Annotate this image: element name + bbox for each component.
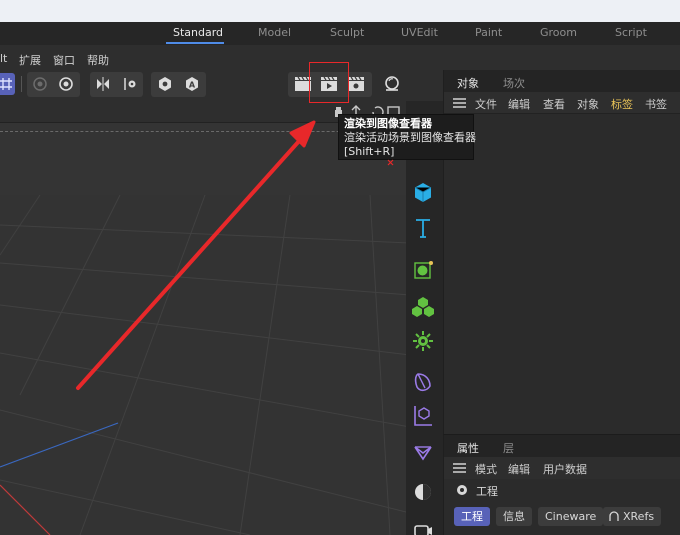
am-menu-user-data[interactable]: 用户数据 xyxy=(543,461,587,477)
cloner-object-icon[interactable] xyxy=(406,291,440,323)
attr-tab-info[interactable]: 信息 xyxy=(496,507,532,526)
layout-tab-script[interactable]: Script xyxy=(615,26,647,43)
tooltip-description: 渲染活动场景到图像查看器 xyxy=(344,131,476,144)
layout-tab-uvedit[interactable]: UVEdit xyxy=(401,26,438,43)
attribute-manager: 属性 层 模式 编辑 用户数据 工程 工程 信息 Cineware XRefs xyxy=(443,434,680,535)
om-menu-view[interactable]: 查看 xyxy=(543,96,565,112)
deformer-object-icon[interactable] xyxy=(406,367,440,399)
layout-tab-standard[interactable]: Standard xyxy=(173,26,223,43)
axis-tool-icon[interactable]: A xyxy=(181,73,203,95)
object-manager: 对象 场次 文件 编辑 查看 对象 标签 书签 xyxy=(443,70,680,434)
am-menu-edit[interactable]: 编辑 xyxy=(508,461,530,477)
attribute-title: 工程 xyxy=(476,485,498,498)
primitive-cube-icon[interactable] xyxy=(406,177,440,209)
svg-text:A: A xyxy=(189,81,196,90)
viewport-grid xyxy=(0,194,411,535)
attribute-manager-menubar: 模式 编辑 用户数据 xyxy=(444,457,680,479)
environment-object-icon[interactable] xyxy=(406,476,440,508)
menu-item-edit-partial[interactable]: lt xyxy=(0,52,7,65)
hamburger-menu-icon[interactable] xyxy=(453,463,466,473)
om-menu-file[interactable]: 文件 xyxy=(475,96,497,112)
layout-tab-sculpt[interactable]: Sculpt xyxy=(330,26,364,43)
text-object-icon[interactable] xyxy=(406,212,440,244)
move-tool-icon[interactable] xyxy=(0,73,15,95)
symmetry-icon[interactable] xyxy=(92,73,114,95)
symmetry-settings-icon[interactable] xyxy=(119,73,141,95)
layout-tab-groom[interactable]: Groom xyxy=(540,26,577,43)
snap-settings-icon[interactable] xyxy=(55,73,77,95)
tab-attributes[interactable]: 属性 xyxy=(457,440,479,456)
object-manager-menubar: 文件 编辑 查看 对象 标签 书签 xyxy=(444,92,680,114)
tooltip-title: 渲染到图像查看器 xyxy=(344,117,432,130)
attr-tab-xrefs-label: XRefs xyxy=(623,510,655,523)
z-axis-line xyxy=(0,422,119,468)
om-menu-tags[interactable]: 标签 xyxy=(611,96,633,112)
annotation-highlight-box xyxy=(309,62,349,103)
spline-object-icon[interactable] xyxy=(406,255,440,287)
field-object-icon[interactable] xyxy=(406,400,440,432)
cinema4d-window: Standard Model Sculpt UVEdit Paint Groom… xyxy=(0,22,680,535)
active-layout-indicator xyxy=(166,42,224,44)
layout-tab-paint[interactable]: Paint xyxy=(475,26,502,43)
toolbar-divider xyxy=(21,76,22,92)
layout-tab-model[interactable]: Model xyxy=(258,26,291,43)
tab-objects[interactable]: 对象 xyxy=(457,75,479,91)
project-gear-icon xyxy=(457,485,467,495)
tooltip-shortcut: [Shift+R] xyxy=(344,145,395,158)
object-manager-tabs: 对象 场次 xyxy=(444,70,680,92)
om-menu-edit[interactable]: 编辑 xyxy=(508,96,530,112)
workplane-icon[interactable] xyxy=(154,73,176,95)
menu-item-help[interactable]: 帮助 xyxy=(87,52,109,68)
camera-object-icon[interactable] xyxy=(406,512,440,535)
attribute-manager-tabs: 属性 层 xyxy=(444,435,680,457)
am-menu-mode[interactable]: 模式 xyxy=(475,461,497,477)
attr-tab-cineware[interactable]: Cineware xyxy=(538,507,604,526)
hamburger-menu-icon[interactable] xyxy=(453,98,466,108)
attr-tab-project[interactable]: 工程 xyxy=(454,507,490,526)
om-menu-objects[interactable]: 对象 xyxy=(577,96,599,112)
attr-tab-xrefs[interactable]: XRefs xyxy=(603,507,662,526)
tab-takes[interactable]: 场次 xyxy=(503,75,525,91)
snap-disabled-icon[interactable] xyxy=(29,73,51,95)
om-menu-bookmarks[interactable]: 书签 xyxy=(645,96,667,112)
layout-tabs-bar: Standard Model Sculpt UVEdit Paint Groom… xyxy=(0,22,680,45)
scene-object-icon[interactable] xyxy=(406,437,440,469)
menu-item-extensions[interactable]: 扩展 xyxy=(19,52,41,68)
3d-viewport[interactable] xyxy=(0,194,411,535)
ball-icon[interactable] xyxy=(381,73,403,95)
xrefs-icon xyxy=(609,511,619,521)
menu-item-window[interactable]: 窗口 xyxy=(53,52,75,68)
x-axis-line xyxy=(0,484,51,535)
effector-object-icon[interactable] xyxy=(406,325,440,357)
render-tooltip: 渲染到图像查看器 渲染活动场景到图像查看器 [Shift+R] xyxy=(338,114,476,160)
tab-layers[interactable]: 层 xyxy=(503,440,514,456)
